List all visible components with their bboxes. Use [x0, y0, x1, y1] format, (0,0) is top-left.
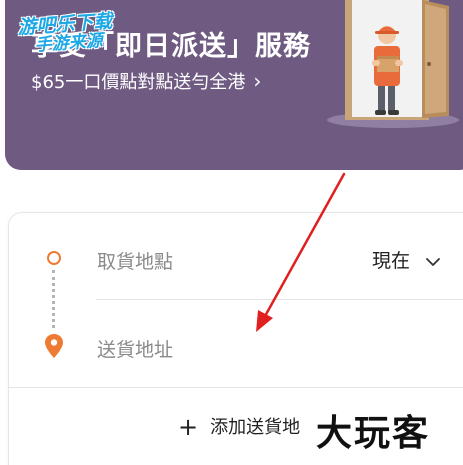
add-dropoff-button[interactable]: + 添加送貨地	[178, 413, 300, 441]
delivery-person-door-illustration	[327, 0, 459, 128]
banner-subtitle[interactable]: $65一口價點對點送勻全港 ›	[31, 68, 261, 94]
dropoff-address-input[interactable]: 送貨地址	[97, 335, 173, 362]
watermark-bottom: 大玩客	[316, 412, 431, 454]
screen: 享受「即日派送」服務 $65一口價點對點送勻全港 › 游吧乐下载 手游来源 取貨…	[0, 0, 463, 465]
banner-subtitle-text: $65一口價點對點送勻全港	[31, 72, 246, 93]
chevron-right-icon: ›	[253, 69, 262, 93]
time-select-value: 現在	[372, 250, 411, 272]
add-dropoff-label: 添加送貨地	[210, 417, 301, 438]
time-select[interactable]: 現在	[372, 246, 440, 273]
divider	[8, 387, 463, 388]
chevron-down-icon	[426, 257, 440, 266]
pickup-location-input[interactable]: 取貨地點	[97, 247, 173, 274]
location-pin-icon	[45, 334, 63, 358]
divider	[96, 299, 463, 300]
circle-dot-icon	[47, 251, 61, 265]
route-connector	[52, 270, 55, 328]
plus-icon: +	[178, 413, 199, 441]
